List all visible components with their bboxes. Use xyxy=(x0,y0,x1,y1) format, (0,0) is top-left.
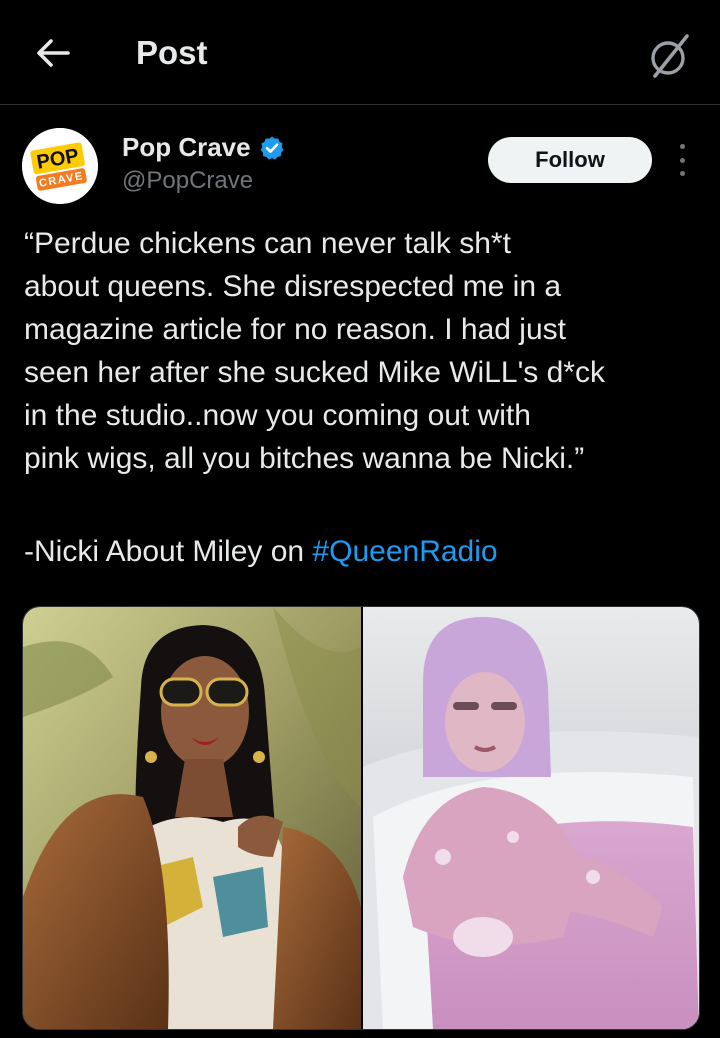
photo-woman-pink-bath xyxy=(363,607,699,1029)
more-dot xyxy=(679,144,685,149)
post-attribution: -Nicki About Miley on #QueenRadio xyxy=(24,530,498,573)
photo-woman-sunglasses xyxy=(23,607,361,1029)
hashtag-link[interactable]: #QueenRadio xyxy=(312,535,497,568)
media-image-right[interactable] xyxy=(363,607,699,1029)
page-title: Post xyxy=(136,34,208,71)
media-grid[interactable] xyxy=(22,606,700,1030)
attribution-text: -Nicki About Miley on xyxy=(24,535,313,568)
top-bar: Post xyxy=(0,0,720,105)
author-name[interactable]: Pop Crave xyxy=(122,132,251,163)
author-handle[interactable]: @PopCrave xyxy=(122,167,253,195)
media-image-left[interactable] xyxy=(23,607,361,1029)
verified-badge-icon xyxy=(259,135,285,161)
avatar[interactable]: POP CRAVE xyxy=(22,128,98,204)
follow-button[interactable]: Follow xyxy=(488,137,652,183)
post-text: “Perdue chickens can never talk sh*t abo… xyxy=(24,227,605,475)
more-options-icon[interactable] xyxy=(670,144,694,176)
more-dot xyxy=(679,171,685,176)
arrow-left-icon xyxy=(37,39,70,67)
more-dot xyxy=(679,157,685,163)
grok-icon xyxy=(651,34,689,78)
author-name-row[interactable]: Pop Crave xyxy=(122,132,285,163)
back-button[interactable] xyxy=(30,30,76,76)
grok-button[interactable] xyxy=(646,30,694,82)
pop-crave-logo: POP CRAVE xyxy=(22,128,98,204)
